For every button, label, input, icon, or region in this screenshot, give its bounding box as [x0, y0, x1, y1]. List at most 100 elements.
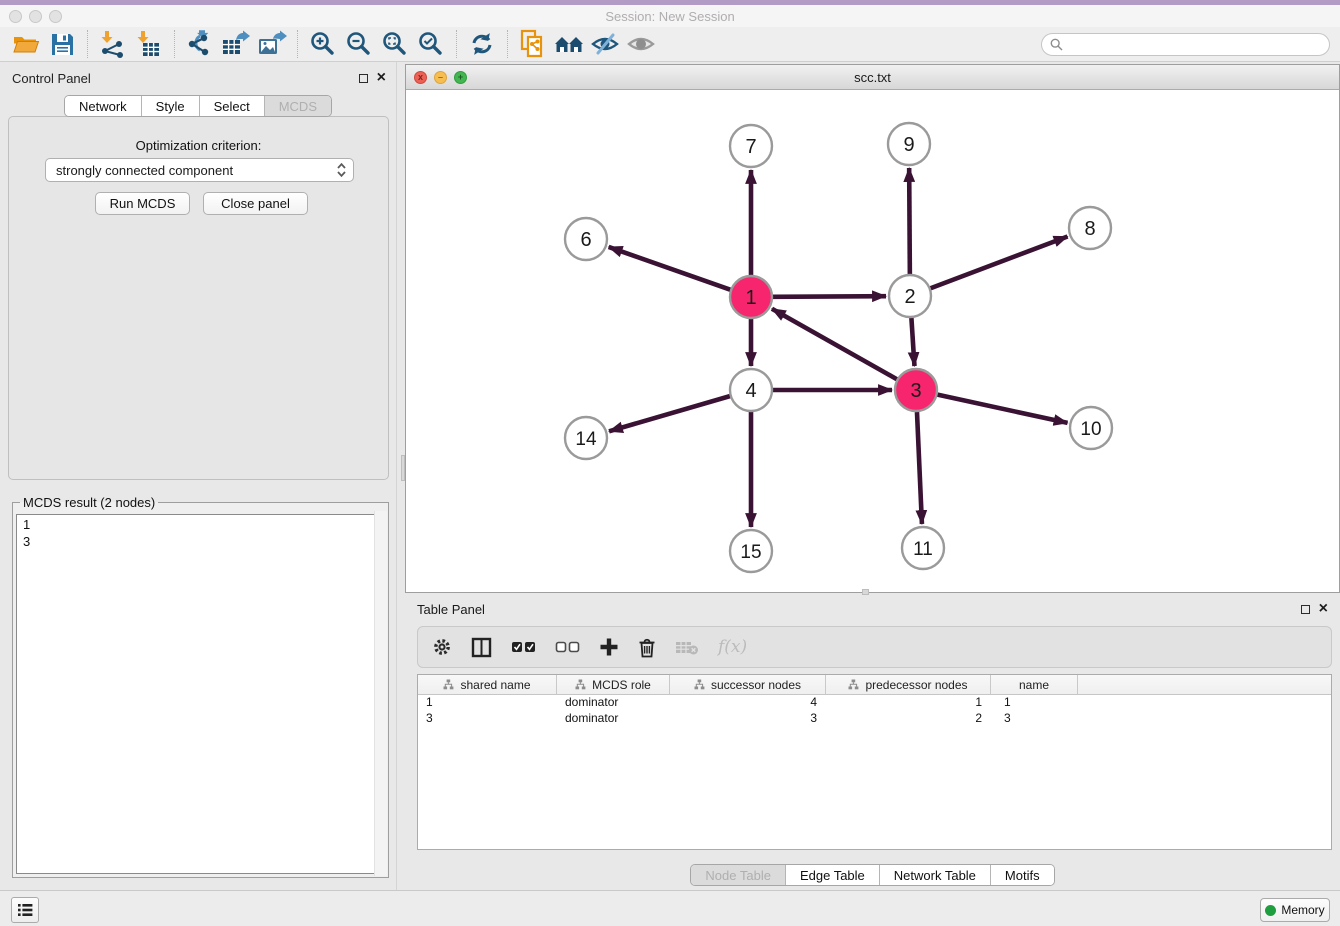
node-label: 4	[745, 380, 756, 402]
search-field[interactable]	[1041, 33, 1330, 56]
graph-node-4[interactable]: 4	[730, 369, 772, 411]
table-cell: dominator	[557, 695, 670, 711]
tab-network-table[interactable]: Network Table	[879, 865, 990, 885]
network-window-titlebar[interactable]: x – + scc.txt	[406, 65, 1339, 90]
toolbar-separator	[174, 30, 175, 58]
node-label: 14	[575, 429, 597, 450]
export-image-button[interactable]	[254, 29, 290, 59]
zoom-out-button[interactable]	[341, 29, 377, 59]
float-panel-icon[interactable]	[359, 74, 368, 83]
apply-layout-button[interactable]	[464, 29, 500, 59]
close-panel-icon[interactable]: ×	[1319, 604, 1328, 614]
node-label: 15	[740, 542, 761, 563]
result-scrollbar[interactable]	[374, 511, 387, 876]
column-header-name[interactable]: name	[991, 675, 1078, 694]
table-row[interactable]: 3dominator323	[418, 711, 1331, 727]
add-row-button[interactable]	[599, 637, 619, 657]
graph-node-1[interactable]: 1	[730, 276, 772, 318]
graph-node-15[interactable]: 15	[730, 530, 772, 572]
import-table-button[interactable]	[131, 29, 167, 59]
export-network-icon	[186, 30, 214, 58]
toolbar-separator	[297, 30, 298, 58]
close-panel-icon[interactable]: ×	[377, 73, 386, 83]
graph-node-7[interactable]: 7	[730, 125, 772, 167]
zoom-in-button[interactable]	[305, 29, 341, 59]
graph-node-8[interactable]: 8	[1069, 207, 1111, 249]
network-graph[interactable]: 1 2 3 4 6 7 8 9 10 11 14 15	[406, 90, 1339, 592]
tab-edge-table[interactable]: Edge Table	[785, 865, 879, 885]
export-network-button[interactable]	[182, 29, 218, 59]
tab-style[interactable]: Style	[141, 96, 199, 116]
edge-4-14[interactable]	[609, 396, 730, 431]
edge-3-1[interactable]	[772, 309, 897, 379]
graph-node-2[interactable]: 2	[889, 275, 931, 317]
edge-2-3[interactable]	[911, 318, 914, 366]
graph-node-11[interactable]: 11	[902, 527, 944, 569]
delete-row-button[interactable]	[638, 637, 656, 658]
zoom-selected-button[interactable]	[413, 29, 449, 59]
zoom-fit-button[interactable]	[377, 29, 413, 59]
tab-select[interactable]: Select	[199, 96, 264, 116]
import-network-button[interactable]	[95, 29, 131, 59]
open-session-button[interactable]	[8, 29, 44, 59]
network-window-title: scc.txt	[406, 70, 1339, 85]
memory-button[interactable]: Memory	[1260, 898, 1330, 922]
table-settings-button[interactable]	[432, 637, 452, 657]
mcds-result-title: MCDS result (2 nodes)	[20, 495, 158, 510]
tab-node-table[interactable]: Node Table	[691, 865, 785, 885]
network-canvas[interactable]: 1 2 3 4 6 7 8 9 10 11 14 15	[406, 90, 1339, 592]
graph-node-3[interactable]: 3	[895, 369, 937, 411]
function-builder-button[interactable]: f(x)	[718, 637, 747, 657]
run-mcds-button[interactable]: Run MCDS	[95, 192, 190, 215]
select-all-rows-button[interactable]	[511, 641, 536, 654]
nested-networks-button[interactable]	[551, 29, 587, 59]
graph-node-10[interactable]: 10	[1070, 407, 1112, 449]
column-header-mcds-role[interactable]: MCDS role	[557, 675, 670, 694]
frame-minimize-button[interactable]: –	[434, 71, 447, 84]
column-panel-button[interactable]	[471, 637, 492, 658]
node-label: 10	[1080, 419, 1101, 440]
mcds-result-text[interactable]: 1 3	[16, 514, 385, 874]
edge-1-6[interactable]	[609, 247, 731, 290]
hierarchy-icon	[443, 679, 454, 690]
graph-node-6[interactable]: 6	[565, 218, 607, 260]
delete-table-button[interactable]	[675, 639, 699, 656]
table-panel-title: Table Panel	[417, 602, 485, 617]
zoom-out-icon	[345, 30, 373, 58]
unselect-all-rows-button[interactable]	[555, 641, 580, 654]
float-panel-icon[interactable]	[1301, 605, 1310, 614]
graph-node-14[interactable]: 14	[565, 417, 607, 459]
table-cell: 1	[826, 695, 991, 711]
tab-mcds[interactable]: MCDS	[264, 96, 331, 116]
control-panel-tabbar: Network Style Select MCDS	[64, 95, 332, 117]
edge-3-10[interactable]	[937, 395, 1067, 423]
table-row[interactable]: 1dominator411	[418, 695, 1331, 711]
export-table-button[interactable]	[218, 29, 254, 59]
task-history-button[interactable]	[11, 897, 39, 923]
optimization-criterion-label: Optimization criterion:	[9, 138, 388, 153]
show-all-button[interactable]	[623, 29, 659, 59]
close-panel-button[interactable]: Close panel	[203, 192, 308, 215]
frame-close-button[interactable]: x	[414, 71, 427, 84]
hide-selected-button[interactable]	[587, 29, 623, 59]
optimization-criterion-select[interactable]: strongly connected component	[45, 158, 354, 182]
zoom-fit-icon	[381, 30, 409, 58]
edge-2-9[interactable]	[909, 168, 910, 274]
eye-icon	[626, 33, 656, 55]
frame-zoom-button[interactable]: +	[454, 71, 467, 84]
mcds-result-group: MCDS result (2 nodes) 1 3	[12, 495, 389, 878]
splitter-grip[interactable]	[401, 455, 405, 481]
save-session-button[interactable]	[44, 29, 80, 59]
edge-1-2[interactable]	[773, 296, 886, 297]
hierarchy-icon	[694, 679, 705, 690]
clone-network-button[interactable]	[515, 29, 551, 59]
column-header-predecessor-nodes[interactable]: predecessor nodes	[826, 675, 991, 694]
search-input[interactable]	[1068, 35, 1329, 54]
tab-motifs[interactable]: Motifs	[990, 865, 1054, 885]
column-header-successor-nodes[interactable]: successor nodes	[670, 675, 826, 694]
graph-node-9[interactable]: 9	[888, 123, 930, 165]
edge-2-8[interactable]	[931, 236, 1068, 288]
tab-network[interactable]: Network	[65, 96, 141, 116]
edge-3-11[interactable]	[917, 412, 922, 524]
column-header-shared-name[interactable]: shared name	[418, 675, 557, 694]
